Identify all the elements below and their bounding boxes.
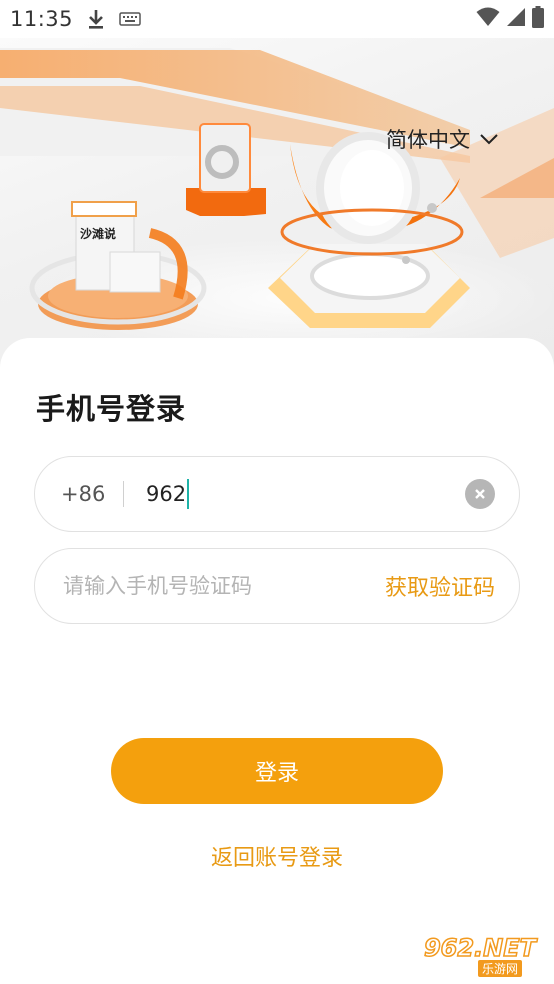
status-indicators [476, 6, 544, 32]
watermark-sub: 乐游网 [477, 959, 522, 977]
chevron-down-icon [480, 130, 498, 149]
wifi-icon [476, 7, 500, 31]
signal-icon [506, 7, 526, 31]
country-code[interactable]: +86 [61, 482, 123, 506]
phone-field[interactable]: +86 962 [34, 456, 520, 532]
status-bar: 11:35 [0, 0, 554, 38]
back-to-account-login-link[interactable]: 返回账号登录 [0, 840, 554, 872]
login-button[interactable]: 登录 [111, 738, 443, 804]
hero-artwork: 沙滩说 [0, 48, 554, 358]
text-caret [187, 479, 190, 509]
keyboard-icon [119, 12, 141, 26]
verification-code-field: 获取验证码 [34, 548, 520, 624]
clear-button[interactable] [465, 479, 495, 509]
verification-code-input[interactable] [63, 574, 363, 598]
watermark-main: 962.NET [423, 933, 537, 962]
language-selector[interactable]: 简体中文 [386, 124, 498, 154]
hero-illustration: 沙滩说 简体中文 [0, 38, 554, 368]
field-divider [123, 481, 124, 507]
page-title: 手机号登录 [36, 392, 187, 426]
login-card: 手机号登录 +86 962 获取验证码 登录 返回账号登录 [0, 338, 554, 984]
get-code-button[interactable]: 获取验证码 [385, 570, 495, 602]
sign-text: 沙滩说 [80, 226, 116, 241]
phone-value-text: 962 [146, 482, 187, 506]
watermark-logo: 962.NET 乐游网 [414, 934, 546, 978]
close-icon [474, 485, 486, 504]
language-label: 简体中文 [386, 128, 470, 152]
phone-input[interactable]: 962 [146, 479, 190, 509]
status-time: 11:35 [10, 7, 74, 31]
download-icon [87, 8, 105, 30]
battery-icon [532, 6, 544, 32]
